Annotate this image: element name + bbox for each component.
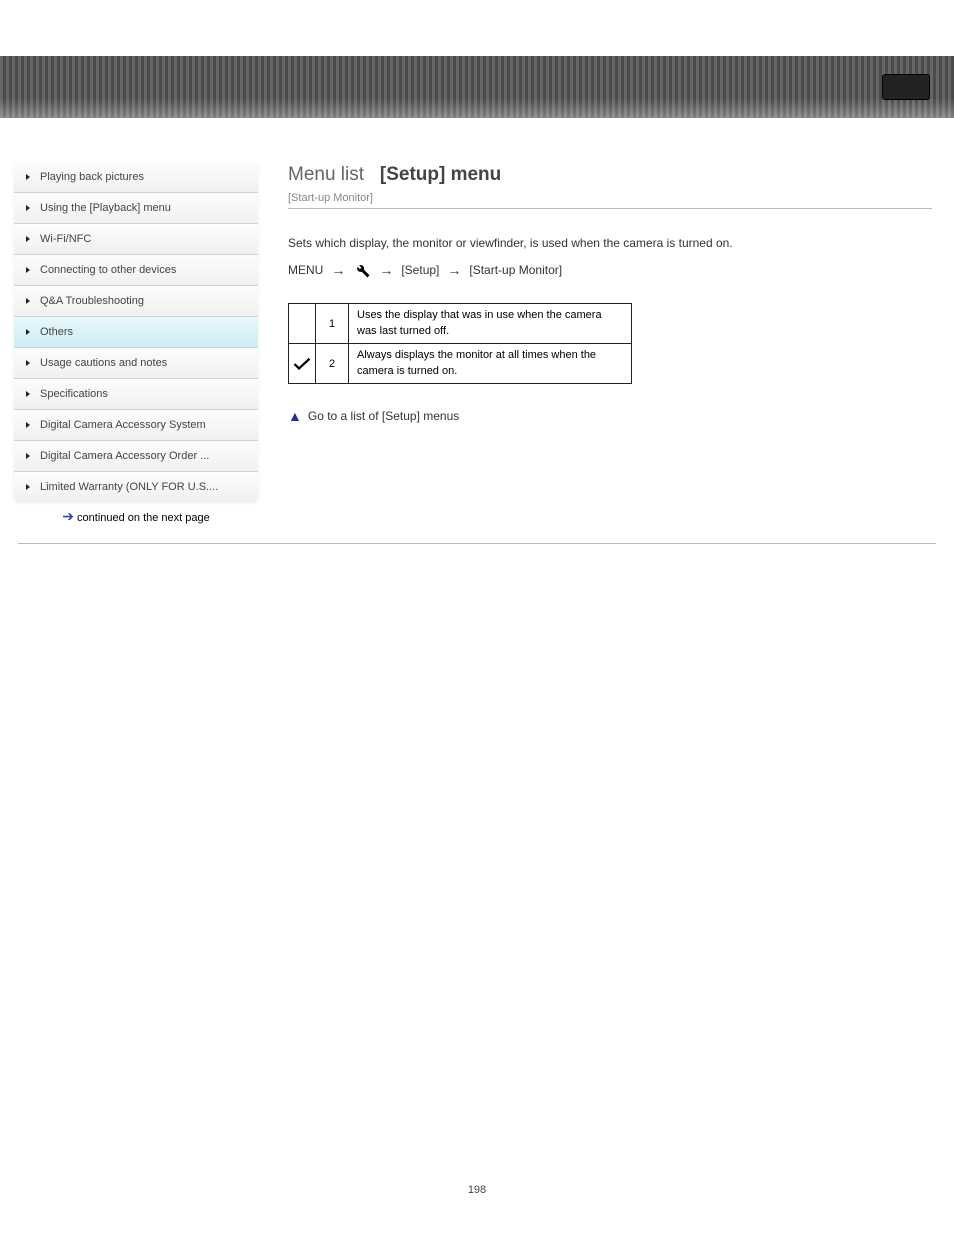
sidebar-item[interactable]: Specifications [14,378,258,409]
caret-icon [26,174,30,180]
sidebar-item-label: Playing back pictures [40,171,144,183]
goto-label: Go to a list of [Setup] menus [308,409,459,423]
check-cell [289,344,316,384]
sidebar-item[interactable]: Digital Camera Accessory System [14,409,258,440]
header-button[interactable] [882,74,930,100]
sidebar-wrap: Playing back pictures Using the [Playback… [14,162,258,531]
sidebar-item-label: Usage cautions and notes [40,357,167,369]
up-triangle-icon: ▲ [288,408,302,424]
divider-line [288,208,932,209]
arrow-icon: → [379,262,393,278]
arrow-icon: → [447,262,461,278]
goto-line[interactable]: ▲ Go to a list of [Setup] menus [288,408,932,424]
menu-path: MENU → → [Setup] → [Start-up Monitor] [288,261,932,279]
sidebar-item-label: Digital Camera Accessory Order ... [40,450,209,462]
main-content: Menu list [Setup] menu [Start-up Monitor… [258,162,940,424]
section-title-bold: [Setup] menu [380,164,501,185]
table-row: 2Always displays the monitor at all time… [289,344,632,384]
sidebar-continue: ➔ continued on the next page [14,502,258,531]
sidebar-item-label: Limited Warranty (ONLY FOR U.S.... [40,481,218,493]
sidebar-item[interactable]: Wi-Fi/NFC [14,223,258,254]
menu-label: MENU [288,263,323,277]
caret-icon [26,391,30,397]
sidebar-item-label: Wi-Fi/NFC [40,233,91,245]
top-spacer [0,0,954,56]
caret-icon [26,267,30,273]
sidebar-item[interactable]: Connecting to other devices [14,254,258,285]
header-gradient [0,98,954,118]
sidebar-continue-label: continued on the next page [77,512,210,524]
sidebar-item[interactable]: Playing back pictures [14,162,258,192]
sidebar-item[interactable]: Using the [Playback] menu [14,192,258,223]
check-icon [290,357,314,371]
sidebar-item[interactable]: Others [14,316,258,347]
caret-icon [26,453,30,459]
caret-icon [26,360,30,366]
header-bar [0,56,954,118]
bottom-divider [18,543,936,544]
label-cell: 2 [316,344,349,384]
option-table: 1Uses the display that was in use when t… [288,303,632,384]
caret-icon [26,329,30,335]
sidebar-item-label: Specifications [40,388,108,400]
path-step-1: [Setup] [401,263,439,277]
wrench-icon [353,261,371,279]
path-step-2: [Start-up Monitor] [469,263,562,277]
check-cell [289,304,316,344]
sidebar-item[interactable]: Limited Warranty (ONLY FOR U.S.... [14,471,258,502]
sidebar-item-label: Using the [Playback] menu [40,202,171,214]
sidebar-item-label: Q&A Troubleshooting [40,295,144,307]
sidebar-item[interactable]: Usage cautions and notes [14,347,258,378]
label-cell: 1 [316,304,349,344]
sidebar: Playing back pictures Using the [Playback… [14,162,258,502]
body-text: Sets which display, the monitor or viewf… [288,233,932,253]
sidebar-item[interactable]: Digital Camera Accessory Order ... [14,440,258,471]
section-title: Menu list [Setup] menu [288,164,932,186]
sidebar-item-label: Others [40,326,73,338]
table-row: 1Uses the display that was in use when t… [289,304,632,344]
caret-icon [26,205,30,211]
arrow-icon: → [331,262,345,278]
arrow-right-icon: ➔ [62,508,74,524]
desc-cell: Uses the display that was in use when th… [349,304,632,344]
caret-icon [26,484,30,490]
caret-icon [26,298,30,304]
desc-cell: Always displays the monitor at all times… [349,344,632,384]
section-title-light: Menu list [288,164,364,185]
caret-icon [26,236,30,242]
content-area: Playing back pictures Using the [Playback… [0,118,954,531]
caret-icon [26,422,30,428]
sidebar-item-label: Digital Camera Accessory System [40,419,206,431]
page-number: 198 [0,1184,954,1236]
sidebar-item-label: Connecting to other devices [40,264,176,276]
section-subtitle: [Start-up Monitor] [288,192,932,204]
sidebar-item[interactable]: Q&A Troubleshooting [14,285,258,316]
